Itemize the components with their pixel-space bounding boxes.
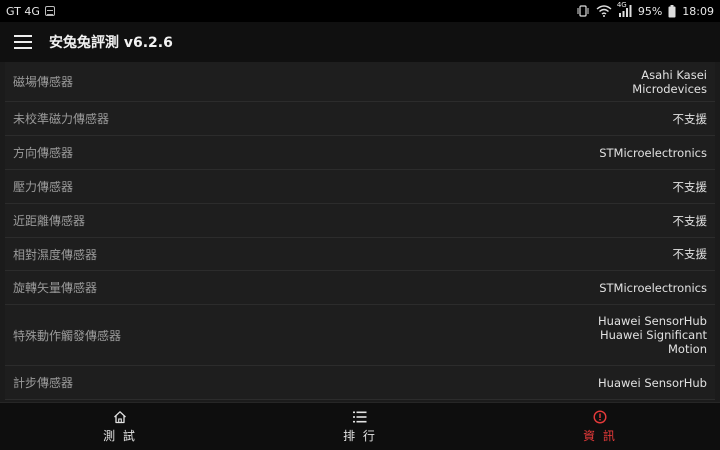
battery-icon <box>668 4 676 18</box>
app-bar: 安兔兔評測 v6.2.6 <box>0 22 720 62</box>
screen: GT 4G 4G 95% 18:09 安兔兔評測 v6.2.6 磁場傳感器 As… <box>0 0 720 450</box>
sensor-label: 方向傳感器 <box>13 146 74 160</box>
sensor-label: 計步傳感器 <box>13 376 74 390</box>
sensor-value: 不支援 <box>673 247 708 261</box>
sensor-value: 不支援 <box>673 180 708 194</box>
battery-percent: 95% <box>637 4 663 18</box>
list-item: 方向傳感器 STMicroelectronics <box>5 136 715 170</box>
menu-button[interactable] <box>0 22 46 62</box>
sensor-value-line: 不支援 <box>672 247 708 261</box>
network-type-label: 4G <box>616 1 627 9</box>
sensor-label: 磁場傳感器 <box>13 75 74 89</box>
list-item: 未校準磁力傳感器 不支援 <box>5 102 715 136</box>
list-item: 近距離傳感器 不支援 <box>5 204 715 238</box>
sensor-value: 不支援 <box>673 214 708 228</box>
list-item: 計步傳感器 Huawei SensorHub <box>5 366 715 400</box>
sensor-value: STMicroelectronics <box>599 281 707 295</box>
sensor-value: 不支援 <box>673 112 708 126</box>
sensor-value: Huawei SensorHub <box>598 376 707 390</box>
sensor-value-line: Huawei SensorHub <box>598 314 707 328</box>
sensor-value-line: Asahi Kasei <box>641 67 707 82</box>
sensor-value-line: Huawei SensorHub <box>598 375 707 390</box>
app-title: 安兔兔評測 v6.2.6 <box>49 35 173 51</box>
status-bar: GT 4G 4G 95% 18:09 <box>0 0 720 22</box>
sensor-list[interactable]: 磁場傳感器 Asahi Kasei Microdevices 未校準磁力傳感器 … <box>0 62 720 402</box>
sensor-value: Huawei SensorHub Huawei Significant Moti… <box>598 314 707 356</box>
list-item: 旋轉矢量傳感器 STMicroelectronics <box>5 271 715 305</box>
clock: 18:09 <box>682 4 714 18</box>
sensor-value-line: Motion <box>668 342 707 356</box>
sensor-value-line: Huawei Significant <box>599 328 707 342</box>
sensor-value-line: STMicroelectronics <box>599 280 707 295</box>
list-icon <box>353 410 367 424</box>
sensor-label: 近距離傳感器 <box>13 214 86 228</box>
list-item: 壓力傳感器 不支援 <box>5 170 715 204</box>
sensor-value-line: 不支援 <box>672 111 708 126</box>
sensor-value-line: 不支援 <box>672 213 708 228</box>
sensor-label: 特殊動作觸發傳感器 <box>13 328 122 343</box>
sensor-value-line: Microdevices <box>632 81 707 96</box>
nav-tab-label: 測 試 <box>103 428 137 443</box>
sensor-value-line: STMicroelectronics <box>599 145 707 160</box>
sensor-label: 旋轉矢量傳感器 <box>13 281 98 295</box>
sensor-value: STMicroelectronics <box>599 146 707 160</box>
nav-tab-test[interactable]: 測 試 <box>0 403 240 450</box>
nav-tab-ranking[interactable]: 排 行 <box>240 403 480 450</box>
sensor-label: 未校準磁力傳感器 <box>13 112 110 126</box>
sensor-label: 相對濕度傳感器 <box>13 247 98 262</box>
nav-tab-info[interactable]: 資 訊 <box>480 403 720 450</box>
bottom-nav: 測 試 排 行 資 訊 <box>0 402 720 450</box>
list-item: 特殊動作觸發傳感器 Huawei SensorHub Huawei Signif… <box>5 305 715 366</box>
list-item: 磁場傳感器 Asahi Kasei Microdevices <box>5 62 715 102</box>
notification-icon <box>44 6 55 16</box>
sensor-label: 壓力傳感器 <box>13 180 74 194</box>
info-icon <box>593 409 607 424</box>
vibrate-icon <box>576 5 590 17</box>
carrier-label: GT 4G <box>6 4 40 18</box>
sensor-value-line: 不支援 <box>672 179 708 194</box>
signal-icon: 4G <box>617 1 632 17</box>
list-item: 相對濕度傳感器 不支援 <box>5 238 715 271</box>
home-icon <box>113 410 127 424</box>
hamburger-icon <box>14 35 32 49</box>
nav-tab-label: 排 行 <box>343 428 377 443</box>
sensor-value: Asahi Kasei Microdevices <box>632 68 707 96</box>
nav-tab-label: 資 訊 <box>583 428 617 443</box>
wifi-icon <box>596 5 612 17</box>
